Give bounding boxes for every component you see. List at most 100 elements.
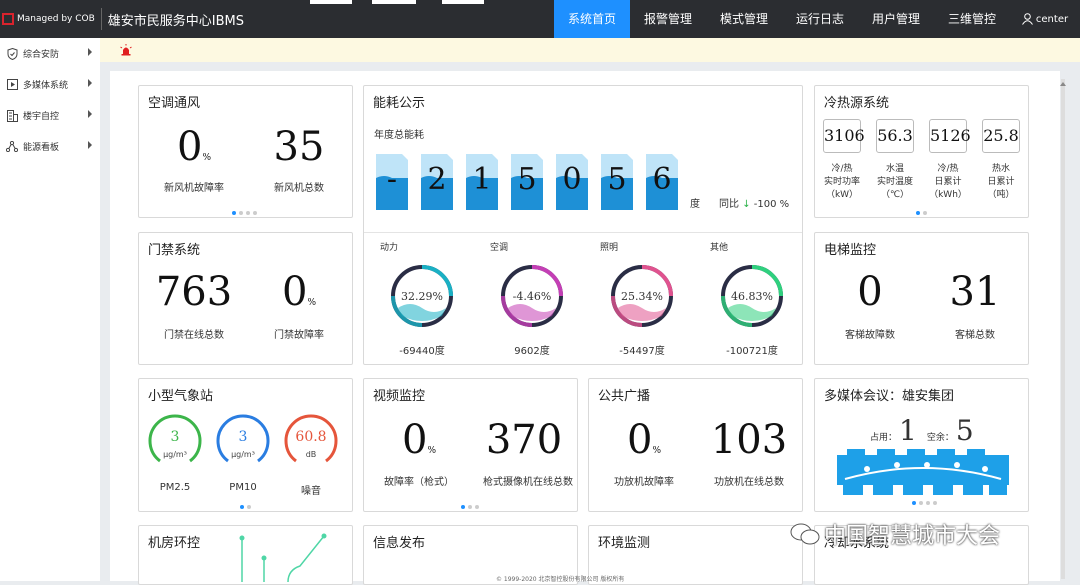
alarm-light-icon[interactable] xyxy=(120,44,132,56)
gauge-value: -54497度 xyxy=(619,346,665,357)
gauge-name: 照明 xyxy=(600,243,619,253)
energy-digit: - xyxy=(376,154,408,210)
managed-by-text: Managed by COB xyxy=(17,14,95,24)
gauge-percent: 46.83% xyxy=(731,290,773,303)
user-name: center xyxy=(1035,13,1069,25)
watermark: 中国智慧城市大会 xyxy=(790,518,1000,550)
gauge-percent: -4.46% xyxy=(512,290,552,303)
weather-name: PM10 xyxy=(229,482,257,493)
card-title: 空调通风 xyxy=(148,96,201,111)
carousel-dots[interactable] xyxy=(240,505,251,509)
scroll-up-icon[interactable] xyxy=(1060,82,1066,86)
nav-alarm[interactable]: 报警管理 xyxy=(630,0,706,38)
user-icon xyxy=(1021,13,1033,25)
gauge-name: 其他 xyxy=(710,243,729,253)
brand-divider xyxy=(100,8,102,30)
card-title: 小型气象站 xyxy=(148,389,214,404)
chevron-right-icon xyxy=(88,110,92,118)
machine-room-card: 机房环控 xyxy=(138,525,353,585)
chevron-right-icon xyxy=(88,141,92,149)
chevron-right-icon xyxy=(88,48,92,56)
divider xyxy=(364,232,802,233)
carousel-dots[interactable] xyxy=(232,211,257,215)
gauge-percent: 25.34% xyxy=(621,290,663,303)
card-title: 能耗公示 xyxy=(373,96,426,111)
arrow-down-icon: ↓ xyxy=(742,199,751,210)
conference-room-icon xyxy=(837,449,1009,495)
wechat-icon xyxy=(790,523,820,545)
daily-hotwater-label: 热水 日累计 （吨） xyxy=(987,164,1015,200)
carousel-dots[interactable] xyxy=(912,501,937,505)
card-title: 信息发布 xyxy=(373,536,426,551)
fresh-air-total: 35 xyxy=(273,124,325,170)
scrollbar[interactable] xyxy=(1061,79,1065,579)
weather-station-card: 小型气象站 3 μg/m³ PM2.5 3 μg/m³ PM10 60.8 dB 噪音 xyxy=(138,378,353,512)
carousel-dots[interactable] xyxy=(461,505,479,509)
sidebar-item-multimedia[interactable]: 多媒体系统 xyxy=(0,69,100,100)
video-surveillance-card: 视频监控 0% 故障率（枪式） 370 枪式摄像机在线总数 xyxy=(363,378,578,512)
camera-online-label: 枪式摄像机在线总数 xyxy=(483,477,573,488)
sidebar-item-security[interactable]: 综合安防 xyxy=(0,38,100,69)
daily-hotwater-value: 25.8 xyxy=(982,119,1020,153)
energy-digit: 6 xyxy=(646,154,678,210)
carousel-dots[interactable] xyxy=(916,211,927,215)
trend-sparkline xyxy=(239,533,327,582)
nav-log[interactable]: 运行日志 xyxy=(782,0,858,38)
nav-3d[interactable]: 三维管控 xyxy=(934,0,1010,38)
header-decoration xyxy=(310,0,352,4)
fresh-air-fault-rate: 0% xyxy=(176,124,211,170)
cold-heat-card: 冷热源系统 3106 56.3 5126 25.8 冷/热 实时功率 （kW） 水温… xyxy=(814,85,1029,218)
chevron-right-icon xyxy=(88,79,92,87)
door-online-label: 门禁在线总数 xyxy=(164,330,224,341)
weather-value: 3 xyxy=(170,429,180,445)
door-online-total: 763 xyxy=(155,269,233,315)
top-bar: Managed by COB 雄安市民服务中心IBMS 系统首页 报警管理 模式… xyxy=(0,0,1080,38)
meeting-occupancy: 占用： 1 空余： 5 xyxy=(870,414,974,447)
gauge-value: 9602度 xyxy=(514,346,550,357)
amplifier-online-total: 103 xyxy=(710,417,788,463)
cob-logo-icon xyxy=(2,13,14,25)
public-broadcast-card: 公共广播 0% 功放机故障率 103 功放机在线总数 xyxy=(588,378,803,512)
card-title: 机房环控 xyxy=(148,536,201,551)
app-title: 雄安市民服务中心IBMS xyxy=(107,13,244,29)
amplifier-online-label: 功放机在线总数 xyxy=(714,477,784,488)
gauge-value: -100721度 xyxy=(726,346,778,357)
energy-digit: 1 xyxy=(466,154,498,210)
card-title: 门禁系统 xyxy=(148,243,201,258)
realtime-power-label: 冷/热 实时功率 （kW） xyxy=(823,164,860,200)
elevator-fault-count: 0 xyxy=(857,269,883,315)
sidebar-item-energy[interactable]: 能源看板 xyxy=(0,131,100,162)
weather-unit: μg/m³ xyxy=(163,450,187,459)
meeting-occupied: 1 xyxy=(899,414,917,447)
header-decoration xyxy=(372,0,416,4)
amplifier-fault-rate-label: 功放机故障率 xyxy=(614,477,674,488)
card-title: 冷热源系统 xyxy=(824,96,890,111)
fresh-air-total-label: 新风机总数 xyxy=(274,183,324,194)
gauge-percent: 32.29% xyxy=(401,290,443,303)
realtime-temp-label: 水温 实时温度 （℃） xyxy=(876,164,913,200)
energy-digit: 0 xyxy=(556,154,588,210)
user-menu[interactable]: center xyxy=(1010,0,1080,38)
realtime-power-value: 3106 xyxy=(823,119,865,153)
main-nav: 系统首页 报警管理 模式管理 运行日志 用户管理 三维管控 center xyxy=(554,0,1080,38)
weather-value: 60.8 xyxy=(295,429,327,445)
weather-name: PM2.5 xyxy=(159,482,191,493)
sidebar-item-building[interactable]: 楼宇自控 xyxy=(0,100,100,131)
shield-icon xyxy=(6,47,18,60)
gauge-value: -69440度 xyxy=(399,346,445,357)
elevator-fault-label: 客梯故障数 xyxy=(845,330,895,341)
hvac-card: 空调通风 0% 新风机故障率 35 新风机总数 xyxy=(138,85,353,218)
daily-kwh-value: 5126 xyxy=(929,119,971,153)
yoy-indicator: 同比 ↓ -100 % xyxy=(719,199,790,210)
nav-home[interactable]: 系统首页 xyxy=(554,0,630,38)
card-title: 多媒体会议：雄安集团 xyxy=(824,389,955,404)
energy-digit: 5 xyxy=(601,154,633,210)
weather-name: 噪音 xyxy=(301,486,321,497)
elevator-card: 电梯监控 0 客梯故障数 31 客梯总数 xyxy=(814,232,1029,365)
building-icon xyxy=(6,109,18,122)
energy-digit: 5 xyxy=(511,154,543,210)
nav-mode[interactable]: 模式管理 xyxy=(706,0,782,38)
door-fault-rate-label: 门禁故障率 xyxy=(274,330,324,341)
nav-user[interactable]: 用户管理 xyxy=(858,0,934,38)
play-box-icon xyxy=(6,79,18,91)
